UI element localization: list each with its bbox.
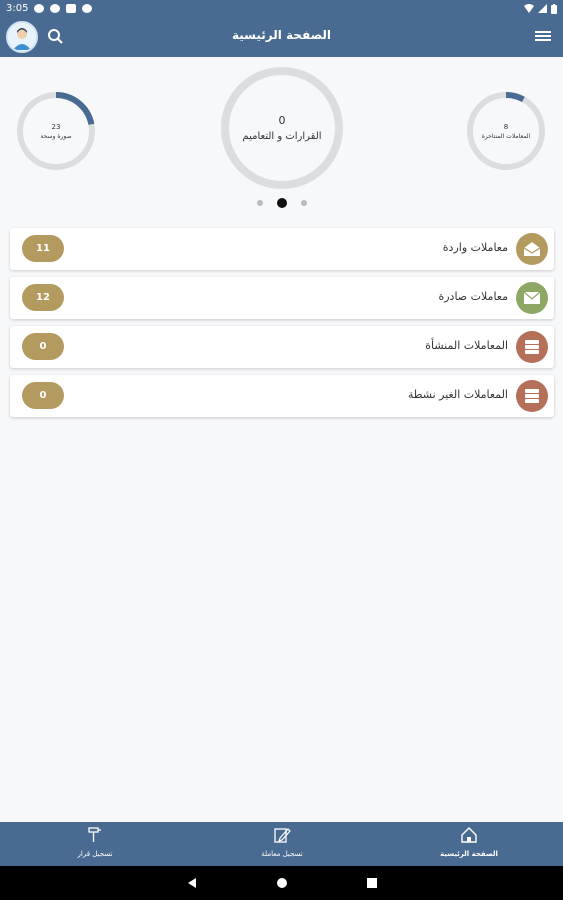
decree-icon (88, 827, 101, 842)
back-icon[interactable] (186, 877, 198, 889)
menu-line (535, 39, 551, 41)
open-envelope-icon (516, 233, 548, 265)
carousel-pager (0, 198, 563, 208)
pager-dot-active[interactable] (276, 198, 287, 208)
home-circle-icon[interactable] (276, 877, 288, 889)
home-icon (461, 827, 477, 843)
nav-register-decree[interactable]: تسجيل قرار (45, 826, 145, 858)
gauge-center[interactable]: 0 القرارات و التعاميم (219, 65, 345, 191)
nav-home[interactable]: الصفحة الرئيسية (419, 826, 519, 858)
nav-register-transaction[interactable]: تسجيل معاملة (232, 826, 332, 858)
notification-icon (50, 4, 61, 13)
list-item-label: معاملات واردة (442, 241, 508, 254)
system-nav-bar (0, 866, 563, 900)
list-icon (516, 380, 548, 412)
signal-icon (538, 4, 547, 13)
count-badge: 11 (22, 235, 64, 262)
gauge-right[interactable]: 8 المعاملات المنتاخرة (466, 91, 546, 171)
gauge-value: 23 (51, 122, 61, 131)
battery-icon (551, 3, 557, 14)
count-badge: 0 (22, 382, 64, 409)
gauge-label: صورة وسحة (40, 132, 72, 140)
list-item-label: معاملات صادرة (438, 290, 508, 303)
recents-icon[interactable] (366, 877, 378, 889)
app-bar: الصفحة الرئيسية (0, 17, 563, 57)
transactions-list: معاملات واردة 11 معاملات صادرة 12 المعام… (10, 228, 554, 424)
stats-carousel[interactable]: 23 صورة وسحة 0 القرارات و التعاميم 8 الم… (0, 60, 563, 220)
notification-icon (66, 4, 77, 13)
wifi-icon (524, 4, 534, 13)
nav-label: تسجيل معاملة (261, 850, 303, 858)
menu-line (535, 35, 551, 37)
status-time: 3:05 (6, 3, 29, 14)
page-title: الصفحة الرئيسية (231, 28, 332, 42)
pager-dot[interactable] (300, 200, 307, 206)
gauge-value: 8 (503, 122, 509, 131)
edit-document-icon (274, 828, 291, 843)
nav-label: تسجيل قرار (77, 850, 113, 858)
notification-icon (34, 4, 45, 13)
count-badge: 12 (22, 284, 64, 311)
list-item-inactive[interactable]: المعاملات الغير نشطة 0 (10, 375, 554, 417)
count-badge: 0 (22, 333, 64, 360)
list-item-incoming[interactable]: معاملات واردة 11 (10, 228, 554, 270)
gauge-label: المعاملات المنتاخرة (481, 132, 531, 140)
list-item-label: المعاملات الغير نشطة (407, 388, 508, 401)
list-item-created[interactable]: المعاملات المنشأة 0 (10, 326, 554, 368)
status-bar: 3:05 (0, 0, 563, 17)
gauge-left[interactable]: 23 صورة وسحة (16, 91, 96, 171)
pager-dot[interactable] (256, 200, 263, 206)
bottom-nav: تسجيل قرار تسجيل معاملة الصفحة الرئيسية (0, 822, 563, 866)
menu-line (535, 31, 551, 33)
envelope-icon (516, 282, 548, 314)
nav-label: الصفحة الرئيسية (440, 850, 498, 858)
list-item-label: المعاملات المنشأة (425, 339, 508, 352)
gauge-label: القرارات و التعاميم (242, 131, 322, 142)
list-item-outgoing[interactable]: معاملات صادرة 12 (10, 277, 554, 319)
gauge-value: 0 (278, 114, 286, 127)
notification-icon (82, 4, 93, 13)
menu-button[interactable] (535, 29, 551, 45)
list-icon (516, 331, 548, 363)
